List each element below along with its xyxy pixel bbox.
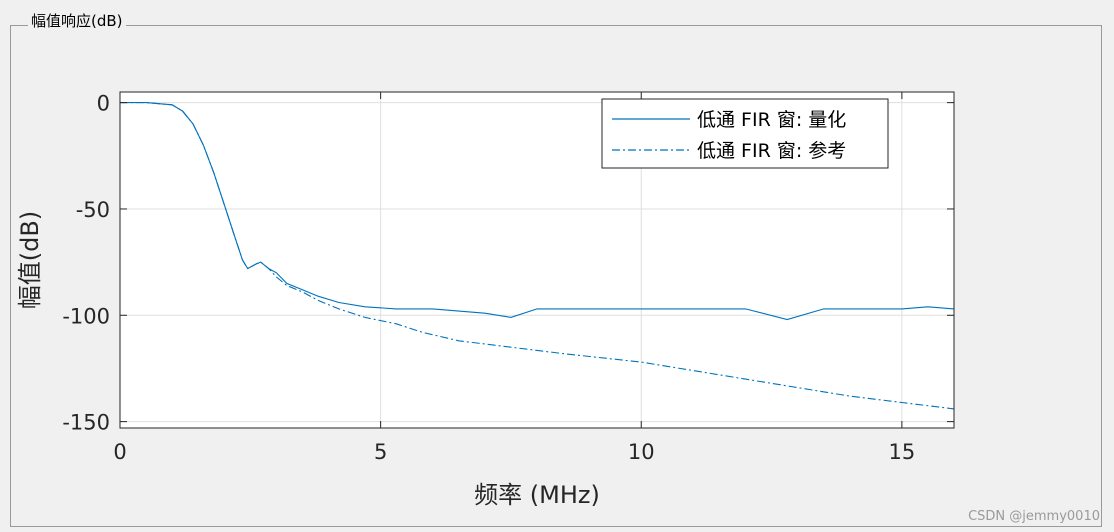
x-tick-label: 15 (889, 440, 916, 464)
y-tick-label: 0 (97, 92, 110, 116)
legend-label-quantized: 低通 FIR 窗: 量化 (697, 109, 846, 131)
y-tick-label: -100 (62, 304, 110, 328)
y-tick-label: -50 (76, 198, 110, 222)
y-tick-label: -150 (62, 411, 110, 435)
legend-label-reference: 低通 FIR 窗: 参考 (697, 140, 846, 162)
x-tick-label: 5 (374, 440, 387, 464)
chart: 0 5 10 15 0 -50 -100 -150 频率 (MHz) 幅值(dB) 低通 FI… (16, 91, 955, 509)
x-axis-label: 频率 (MHz) (474, 481, 600, 509)
legend[interactable]: 低通 FIR 窗: 量化 低通 FIR 窗: 参考 (601, 98, 889, 169)
y-axis-label: 幅值(dB) (16, 211, 44, 309)
watermark: CSDN @jemmy0010 (968, 509, 1100, 524)
x-tick-label: 0 (113, 440, 126, 464)
x-tick-label: 10 (628, 440, 655, 464)
